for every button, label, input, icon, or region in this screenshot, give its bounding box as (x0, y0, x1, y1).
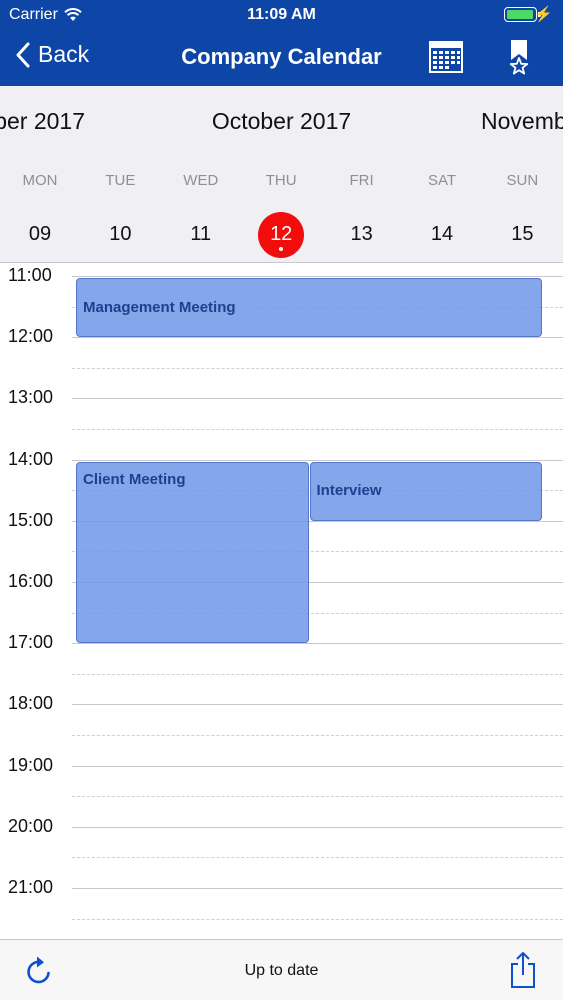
event-title: Management Meeting (83, 298, 236, 316)
navigation-bar: Back Company Calendar (0, 30, 563, 86)
hour-label: 17:00 (8, 632, 54, 653)
hour-label: 16:00 (8, 571, 54, 591)
hour-gridline (72, 765, 563, 767)
hour-gridline (72, 826, 563, 828)
event-title: Interview (316, 482, 382, 500)
chevron-left-icon (16, 42, 30, 67)
next-month-label[interactable]: November 2017 (481, 108, 563, 135)
hour-gridline (72, 643, 563, 645)
status-bar: Carrier 11:09 AM ⚡ (0, 0, 563, 30)
hour-label: 21:00 (8, 877, 54, 897)
date-cell[interactable]: 09 (17, 212, 63, 258)
weekday-mon: MON (22, 172, 58, 189)
calendar-view-button[interactable] (428, 40, 464, 74)
date-cell[interactable]: 14 (419, 212, 465, 258)
back-button[interactable]: Back (16, 41, 89, 68)
bookmark-star-icon (509, 40, 529, 75)
half-hour-gridline (72, 367, 563, 369)
weekday-sat: SAT (427, 172, 457, 189)
calendar-event[interactable]: Client Meeting (76, 461, 309, 644)
hour-label: 11:00 (8, 265, 52, 285)
day-timeline[interactable]: 11:00 12:00 13:00 14:00 15:00 16:00 17:00 18:00… (0, 264, 563, 939)
half-hour-gridline (72, 918, 563, 920)
share-icon (511, 952, 535, 988)
hour-label: 12:00 (8, 326, 54, 347)
half-hour-gridline (72, 857, 563, 859)
half-hour-gridline (72, 796, 563, 798)
calendar-grid-icon (429, 41, 463, 73)
hour-gridline (72, 398, 563, 400)
date-cell[interactable]: 13 (339, 212, 385, 258)
half-hour-gridline (72, 673, 563, 675)
status-time: 11:09 AM (247, 6, 316, 23)
back-label: Back (38, 41, 90, 67)
half-hour-gridline (72, 735, 563, 736)
calendar-event[interactable]: Management Meeting (76, 278, 542, 338)
current-month-label: October 2017 (211, 108, 352, 134)
calendar-event[interactable]: Interview (309, 461, 542, 521)
hour-gridline (72, 459, 563, 461)
hour-gridline (72, 888, 563, 889)
favorites-button[interactable] (505, 38, 533, 76)
hour-label: 13:00 (8, 387, 54, 408)
half-hour-gridline (72, 429, 563, 430)
date-cell[interactable]: 11 (178, 212, 224, 258)
hour-label: 14:00 (8, 448, 54, 469)
hour-gridline (72, 276, 563, 277)
top-bar: Carrier 11:09 AM ⚡ Back Company Calendar (0, 0, 563, 86)
bottom-toolbar: Up to date (0, 939, 563, 1000)
weekday-sun: SUN (506, 172, 539, 189)
weekday-thu: THU (265, 172, 297, 189)
weekday-fri: FRI (349, 172, 374, 189)
battery-level (507, 10, 533, 19)
date-cell[interactable]: 15 (499, 212, 545, 258)
sync-status: Up to date (244, 962, 319, 979)
battery-icon (504, 7, 541, 22)
hour-label: 18:00 (8, 693, 54, 714)
weekday-wed: WED (183, 172, 219, 189)
week-header: October 2017 October 2017 November 2017 … (0, 86, 563, 263)
share-button[interactable] (508, 951, 538, 989)
hour-label: 15:00 (8, 509, 54, 530)
hour-label: 19:00 (8, 754, 54, 775)
hour-label: 20:00 (8, 815, 54, 836)
hour-gridline (72, 704, 563, 706)
charging-bolt-icon: ⚡ (534, 6, 553, 23)
weekday-tue: TUE (105, 172, 136, 189)
today-date-cell[interactable]: 12 (258, 212, 305, 258)
event-title: Client Meeting (83, 470, 186, 488)
date-cell[interactable]: 10 (97, 212, 143, 258)
hour-gridline (72, 337, 563, 339)
